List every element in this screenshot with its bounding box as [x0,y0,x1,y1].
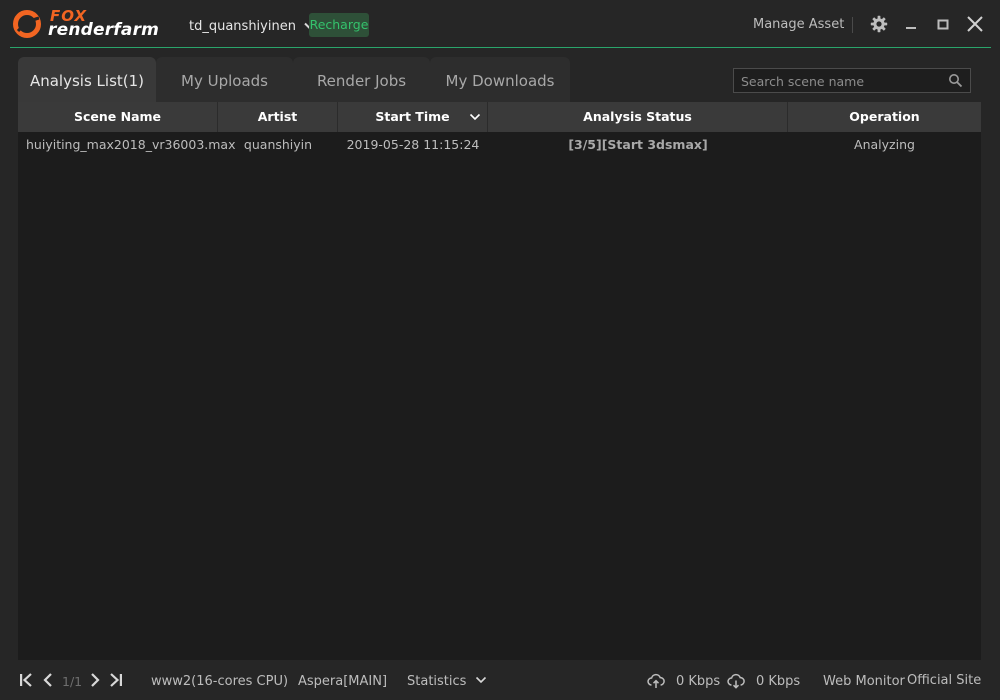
username: td_quanshiyinen [189,18,296,34]
user-menu[interactable]: td_quanshiyinen [189,16,317,36]
fox-logo-icon [13,10,41,38]
page-number: 1/1 [62,674,83,689]
server-info: www2(16-cores CPU) [151,674,289,689]
tab-my-downloads[interactable]: My Downloads [430,57,570,102]
table-row[interactable]: huiyiting_max2018_vr36003.max quanshiyin… [18,132,981,158]
cell-scene-name: huiyiting_max2018_vr36003.max [26,137,236,152]
cell-analysis-status: [3/5][Start 3dsmax] [568,137,708,152]
gear-icon[interactable] [869,14,889,34]
column-header-start-time[interactable]: Start Time [338,102,488,132]
chevron-down-icon[interactable] [475,674,487,686]
web-monitor-link[interactable]: Web Monitor [823,674,905,689]
column-header-artist[interactable]: Artist [218,102,338,132]
recharge-button[interactable]: Recharge [309,13,369,37]
title-bar: FOX renderfarm td_quanshiyinen Recharge … [0,0,1000,48]
search-icon[interactable] [948,73,963,88]
search-box [733,68,971,93]
search-input[interactable] [739,71,943,92]
title-bar-accent-line [10,47,991,48]
column-header-scene-name[interactable]: Scene Name [18,102,218,132]
tab-render-jobs[interactable]: Render Jobs [293,57,430,102]
table-header: Scene Name Artist Start Time Analysis St… [18,102,981,132]
column-header-operation[interactable]: Operation [788,102,981,132]
minimize-icon[interactable] [901,14,921,34]
status-bar: 1/1 www2(16-cores CPU) Aspera[MAIN] Stat… [0,662,1000,700]
main-panel: Analysis List(1) My Uploads Render Jobs … [18,56,981,660]
maximize-icon[interactable] [933,14,953,34]
statistics-menu[interactable]: Statistics [407,674,487,689]
tab-analysis-list[interactable]: Analysis List(1) [18,57,156,102]
upload-speed: 0 Kbps [676,674,721,689]
logo-text-renderfarm: renderfarm [48,20,160,40]
chevron-right-icon[interactable] [87,672,103,688]
tab-my-uploads[interactable]: My Uploads [156,57,293,102]
chevron-left-icon[interactable] [40,672,56,688]
cloud-upload-icon [647,673,665,688]
column-header-analysis-status[interactable]: Analysis Status [488,102,788,132]
chevron-down-icon[interactable] [469,111,481,123]
transfer-mode[interactable]: Aspera[MAIN] [298,674,387,689]
tab-bar: Analysis List(1) My Uploads Render Jobs … [18,56,981,102]
cell-artist: quanshiyin [243,137,313,152]
cloud-download-icon [727,673,745,689]
cell-operation: Analyzing [854,137,915,152]
official-site-link[interactable]: Official Site [907,673,981,688]
manage-asset-link[interactable]: Manage Asset [753,17,844,32]
download-speed: 0 Kbps [756,674,801,689]
cell-start-time: 2019-05-28 11:15:24 [346,137,480,152]
last-page-icon[interactable] [108,672,124,688]
close-icon[interactable] [965,14,985,34]
statistics-label: Statistics [407,674,467,689]
first-page-icon[interactable] [18,672,34,688]
divider [852,17,853,33]
column-header-start-time-label: Start Time [375,109,450,124]
app-logo: FOX renderfarm [12,7,162,42]
